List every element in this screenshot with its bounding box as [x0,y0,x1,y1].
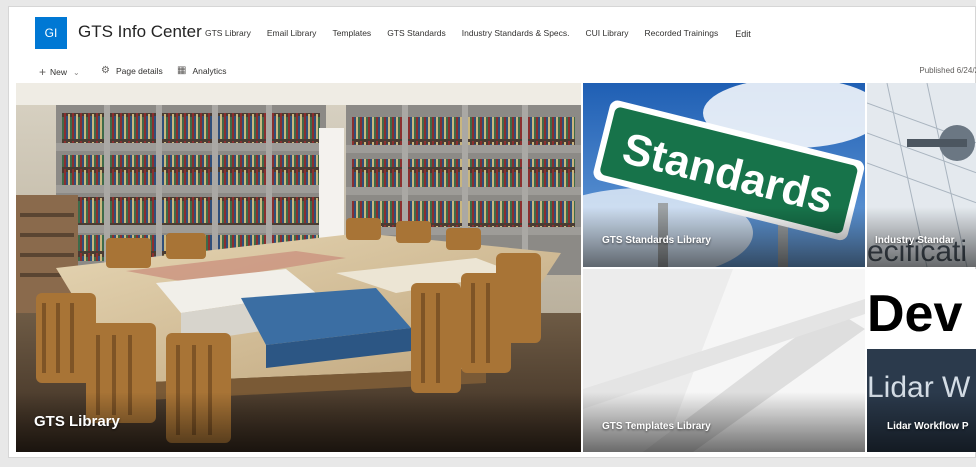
page-details-button[interactable]: ⚙ Page details [101,65,163,76]
new-button[interactable]: + New ⌄ [39,65,86,79]
analytics-icon: ▦ [177,65,187,76]
hero-label-gts-library: GTS Library [34,413,120,430]
site-navigation: GTS Library Email Library Templates GTS … [205,28,767,39]
hero-label-lidar-workflow: Lidar Workflow P [887,421,969,432]
site-header: GI GTS Info Center GTS Library Email Lib… [9,7,975,59]
hero-tile-gts-templates-library[interactable]: GTS Templates Library [583,269,865,452]
hero-label-gts-standards-library: GTS Standards Library [602,235,711,246]
command-bar: + New ⌄ ⚙ Page details ▦ Analytics Publi… [9,59,976,83]
chevron-down-icon: ⌄ [73,67,80,77]
nav-item-gts-standards[interactable]: GTS Standards [387,28,446,38]
nav-edit-link[interactable]: Edit [735,29,751,39]
analytics-label: Analytics [192,65,227,76]
nav-item-cui-library[interactable]: CUI Library [586,28,629,38]
hero-tile-gts-library[interactable]: GTS Library [16,83,581,452]
page-frame: GI GTS Info Center GTS Library Email Lib… [8,6,976,458]
hero-tile-lidar-workflow[interactable]: Dev Lidar W Lidar Workflow P [867,269,976,452]
hero-label-industry-standards: Industry Standar [875,235,955,246]
lidar-top-text: Dev [867,285,962,343]
hero-tile-industry-standards[interactable]: ecificati Industry Standar [867,83,976,267]
plus-icon: + [39,65,47,79]
hero-label-gts-templates-library: GTS Templates Library [602,421,711,432]
site-logo[interactable]: GI [35,17,67,49]
nav-item-industry-standards[interactable]: Industry Standards & Specs. [462,28,570,38]
hero-tile-gts-standards-library[interactable]: Standards GTS Standards Library [583,83,865,267]
nav-item-templates[interactable]: Templates [332,28,371,38]
nav-item-recorded-trainings[interactable]: Recorded Trainings [645,28,719,38]
analytics-button[interactable]: ▦ Analytics [177,65,226,76]
hero-web-part: GTS Library Standards GTS Standards Libr… [16,83,976,452]
nav-item-email-library[interactable]: Email Library [267,28,317,38]
gear-icon: ⚙ [101,65,110,76]
page-details-label: Page details [115,65,163,76]
nav-item-gts-library[interactable]: GTS Library [205,28,251,38]
new-button-label: New [50,67,68,77]
site-title[interactable]: GTS Info Center [78,22,202,42]
published-date: Published 6/24/2 [919,66,976,75]
